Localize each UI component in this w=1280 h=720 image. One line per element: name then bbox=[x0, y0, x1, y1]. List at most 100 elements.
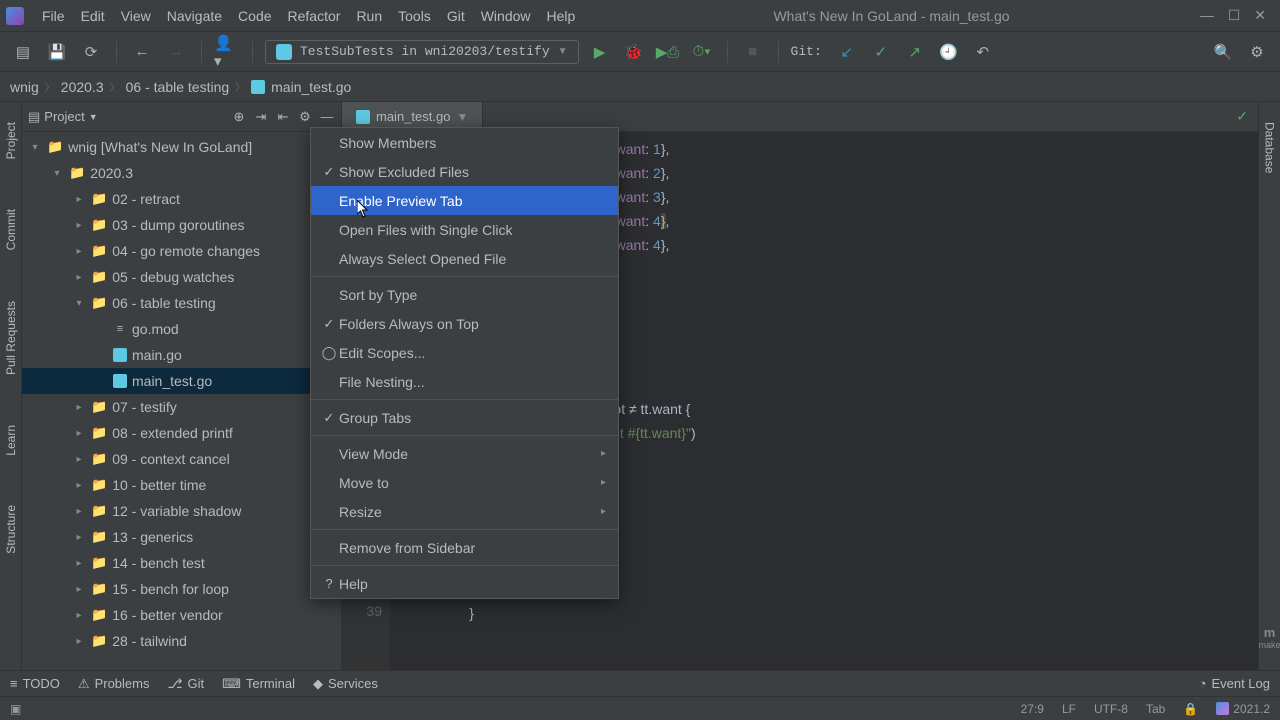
popup-item[interactable]: Resize▸ bbox=[311, 497, 618, 526]
open-icon[interactable]: ▤ bbox=[10, 39, 36, 65]
git-commit-icon[interactable]: ✓ bbox=[868, 39, 894, 65]
popup-item[interactable]: Move to▸ bbox=[311, 468, 618, 497]
sync-icon[interactable]: ⟳ bbox=[78, 39, 104, 65]
tree-row[interactable]: ▸📁13 - generics bbox=[22, 524, 341, 550]
tree-row[interactable]: ▸📁03 - dump goroutines bbox=[22, 212, 341, 238]
tree-row[interactable]: ▸📁09 - context cancel bbox=[22, 446, 341, 472]
popup-item[interactable]: Sort by Type bbox=[311, 280, 618, 309]
tree-row[interactable]: ▸📁02 - retract bbox=[22, 186, 341, 212]
git-pull-icon[interactable]: ↙ bbox=[834, 39, 860, 65]
tool-windows-icon[interactable]: ▣ bbox=[10, 702, 21, 716]
menu-git[interactable]: Git bbox=[439, 4, 473, 28]
tool-window-structure[interactable]: Structure bbox=[4, 505, 18, 554]
popup-item[interactable]: ◯Edit Scopes... bbox=[311, 338, 618, 367]
line-separator[interactable]: LF bbox=[1062, 702, 1076, 716]
popup-item[interactable]: ✓Group Tabs bbox=[311, 403, 618, 432]
tree-row[interactable]: ▸📁10 - better time bbox=[22, 472, 341, 498]
popup-item[interactable]: ✓Folders Always on Top bbox=[311, 309, 618, 338]
tool-terminal[interactable]: ⌨Terminal bbox=[222, 676, 295, 692]
tree-row[interactable]: main.go bbox=[22, 342, 341, 368]
popup-item[interactable]: Always Select Opened File bbox=[311, 244, 618, 273]
tree-row[interactable]: ▸📁05 - debug watches bbox=[22, 264, 341, 290]
event-log[interactable]: ◔Event Log bbox=[1199, 676, 1270, 691]
tool-todo[interactable]: ≡TODO bbox=[10, 676, 60, 691]
git-push-icon[interactable]: ↗ bbox=[902, 39, 928, 65]
breadcrumb[interactable]: 06 - table testing bbox=[126, 79, 230, 95]
settings-icon[interactable]: ⚙ bbox=[1244, 39, 1270, 65]
ide-version[interactable]: 2021.2 bbox=[1216, 702, 1270, 716]
tool-window-commit[interactable]: Commit bbox=[4, 209, 18, 250]
popup-item[interactable]: View Mode▸ bbox=[311, 439, 618, 468]
menu-view[interactable]: View bbox=[113, 4, 159, 28]
popup-item[interactable]: ?Help bbox=[311, 569, 618, 598]
menu-window[interactable]: Window bbox=[473, 4, 539, 28]
tree-row[interactable]: ▸📁15 - bench for loop bbox=[22, 576, 341, 602]
search-icon[interactable]: 🔍 bbox=[1210, 39, 1236, 65]
menu-help[interactable]: Help bbox=[539, 4, 584, 28]
menu-refactor[interactable]: Refactor bbox=[280, 4, 349, 28]
save-icon[interactable]: 💾 bbox=[44, 39, 70, 65]
menu-run[interactable]: Run bbox=[348, 4, 390, 28]
tree-row[interactable]: ▸📁14 - bench test bbox=[22, 550, 341, 576]
tool-services[interactable]: ◆Services bbox=[313, 676, 378, 692]
menu-navigate[interactable]: Navigate bbox=[159, 4, 230, 28]
tree-row[interactable]: ▸📁12 - variable shadow bbox=[22, 498, 341, 524]
tree-row[interactable]: main_test.go bbox=[22, 368, 341, 394]
tool-window-learn[interactable]: Learn bbox=[4, 425, 18, 456]
close-icon[interactable]: ✕ bbox=[1254, 7, 1266, 24]
tree-row[interactable]: ▸📁28 - tailwind bbox=[22, 628, 341, 654]
tree-row[interactable]: ▸📁08 - extended printf bbox=[22, 420, 341, 446]
run-config-selector[interactable]: TestSubTests in wni20203/testify ▼ bbox=[265, 40, 579, 64]
close-tab-icon[interactable]: ▼ bbox=[456, 110, 468, 124]
menu-tools[interactable]: Tools bbox=[390, 4, 439, 28]
tool-window-database[interactable]: Database bbox=[1263, 122, 1277, 173]
forward-icon[interactable]: → bbox=[163, 39, 189, 65]
tool-problems[interactable]: ⚠Problems bbox=[78, 676, 150, 692]
popup-item[interactable]: File Nesting... bbox=[311, 367, 618, 396]
run-icon[interactable]: ▶ bbox=[587, 39, 613, 65]
collapse-all-icon[interactable]: ⇤ bbox=[275, 109, 291, 125]
file-encoding[interactable]: UTF-8 bbox=[1094, 702, 1128, 716]
caret-position[interactable]: 27:9 bbox=[1021, 702, 1044, 716]
tree-row[interactable]: ▸📁04 - go remote changes bbox=[22, 238, 341, 264]
git-history-icon[interactable]: 🕘 bbox=[936, 39, 962, 65]
hide-icon[interactable]: — bbox=[319, 109, 335, 125]
tree-row[interactable]: ▾📁wnig [What's New In GoLand] bbox=[22, 134, 341, 160]
user-icon[interactable]: 👤▾ bbox=[214, 39, 240, 65]
breadcrumb[interactable]: main_test.go bbox=[271, 79, 351, 95]
expand-all-icon[interactable]: ⇥ bbox=[253, 109, 269, 125]
project-view-selector[interactable]: ▤ Project ▼ bbox=[28, 109, 98, 125]
tree-row[interactable]: ≡go.mod bbox=[22, 316, 341, 342]
stop-icon[interactable]: ■ bbox=[740, 39, 766, 65]
profile-icon[interactable]: ⏱▾ bbox=[689, 39, 715, 65]
debug-icon[interactable]: 🐞 bbox=[621, 39, 647, 65]
git-rollback-icon[interactable]: ↶ bbox=[970, 39, 996, 65]
breadcrumb[interactable]: wnig bbox=[10, 79, 39, 95]
readonly-lock-icon[interactable]: 🔒 bbox=[1183, 702, 1198, 716]
popup-item[interactable]: Enable Preview Tab bbox=[311, 186, 618, 215]
coverage-icon[interactable]: ▶⎙ bbox=[655, 39, 681, 65]
tool-git[interactable]: ⎇Git bbox=[168, 676, 205, 692]
tree-row[interactable]: ▸📁07 - testify bbox=[22, 394, 341, 420]
menu-edit[interactable]: Edit bbox=[73, 4, 113, 28]
popup-item[interactable]: Show Members bbox=[311, 128, 618, 157]
tool-window-project[interactable]: Project bbox=[4, 122, 18, 159]
tool-window-make[interactable]: mmake bbox=[1259, 625, 1280, 650]
menu-file[interactable]: File bbox=[34, 4, 73, 28]
inspection-ok-icon[interactable]: ✓ bbox=[1236, 108, 1248, 125]
project-tree[interactable]: ▾📁wnig [What's New In GoLand]▾📁2020.3▸📁0… bbox=[22, 132, 341, 670]
gear-icon[interactable]: ⚙ bbox=[297, 109, 313, 125]
tree-row[interactable]: ▾📁2020.3 bbox=[22, 160, 341, 186]
popup-item[interactable]: ✓Show Excluded Files bbox=[311, 157, 618, 186]
menu-code[interactable]: Code bbox=[230, 4, 279, 28]
breadcrumb[interactable]: 2020.3 bbox=[61, 79, 104, 95]
locate-icon[interactable]: ⊕ bbox=[231, 109, 247, 125]
minimize-icon[interactable]: — bbox=[1200, 7, 1214, 24]
popup-item[interactable]: Remove from Sidebar bbox=[311, 533, 618, 562]
tool-window-pull-requests[interactable]: Pull Requests bbox=[4, 301, 18, 375]
back-icon[interactable]: ← bbox=[129, 39, 155, 65]
indent-info[interactable]: Tab bbox=[1146, 702, 1165, 716]
tree-row[interactable]: ▾📁06 - table testing bbox=[22, 290, 341, 316]
tree-row[interactable]: ▸📁16 - better vendor bbox=[22, 602, 341, 628]
popup-item[interactable]: Open Files with Single Click bbox=[311, 215, 618, 244]
